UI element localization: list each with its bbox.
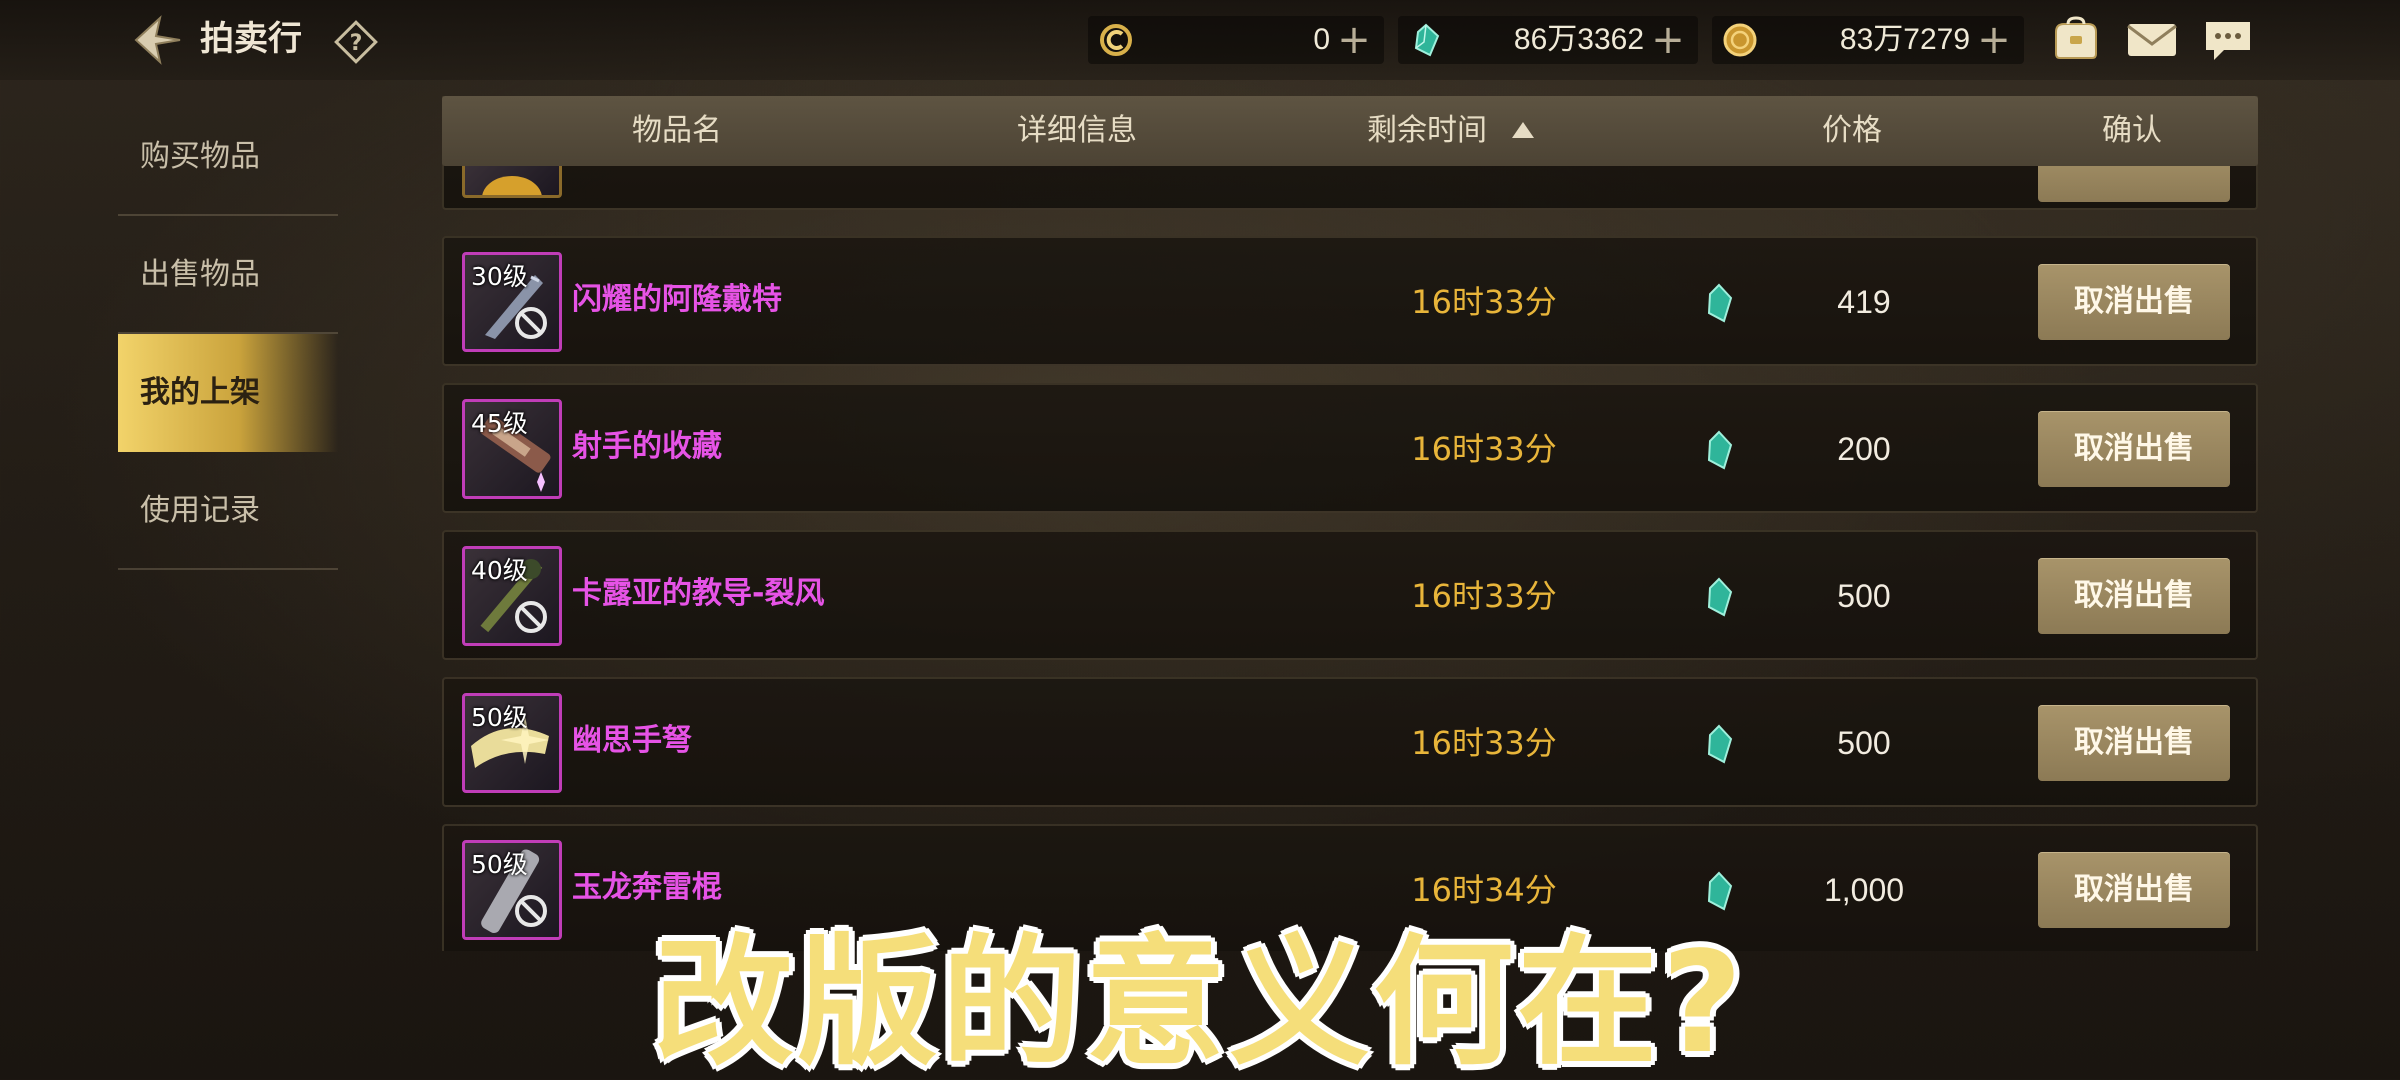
top-bar: 拍卖行 ? 0 + 86万3362 + 83万7279 +	[0, 0, 2400, 80]
table-row: 40级 卡露亚的教导-裂风 16时33分 500 取消出售	[442, 530, 2258, 660]
sidebar-item-my-listings[interactable]: 我的上架	[118, 334, 338, 452]
back-button[interactable]	[130, 14, 184, 66]
item-name: 幽思手弩	[572, 723, 692, 758]
mail-button[interactable]	[2124, 14, 2180, 64]
c-coin-icon	[1100, 24, 1132, 56]
column-header-details: 详细信息	[1017, 113, 1137, 148]
sidebar-item-buy[interactable]: 购买物品	[118, 98, 338, 216]
cancel-sale-button[interactable]: 取消出售	[2038, 705, 2230, 781]
help-button[interactable]: ?	[334, 20, 378, 64]
column-header-price[interactable]: 价格	[1772, 96, 1932, 166]
sidebar: 购买物品 出售物品 我的上架 使用记录	[118, 98, 338, 570]
item-name: 卡露亚的教导-裂风	[572, 576, 825, 611]
table-row: 45级 射手的收藏 16时33分 200 取消出售	[442, 383, 2258, 513]
svg-text:?: ?	[350, 31, 363, 56]
add-gold-button[interactable]: +	[1976, 20, 2012, 60]
chat-button[interactable]	[2200, 14, 2256, 64]
sidebar-item-history[interactable]: 使用记录	[118, 452, 338, 570]
item-icon[interactable]: 50级	[462, 693, 562, 793]
mail-icon	[2127, 24, 2177, 56]
item-art-icon	[482, 176, 542, 195]
item-level: 50级	[471, 703, 528, 732]
green-gem-icon	[1707, 724, 1733, 764]
currency-gold-value: 83万7279	[1839, 23, 1970, 56]
item-icon[interactable]: 40级	[462, 546, 562, 646]
green-gem-icon	[1707, 283, 1733, 323]
item-price: 500	[1837, 578, 1891, 614]
sidebar-item-label: 我的上架	[140, 375, 260, 410]
remaining-time: 16时33分	[1411, 724, 1557, 762]
column-header-confirm: 确认	[2102, 113, 2162, 148]
gold-coin-icon	[1723, 23, 1757, 57]
item-level: 30级	[471, 262, 528, 291]
table-row: 30级 闪耀的阿隆戴特 16时33分 419 取消出售	[442, 236, 2258, 366]
item-price: 419	[1837, 284, 1891, 320]
table-header: 物品名 详细信息 剩余时间 价格 确认	[442, 96, 2258, 166]
add-c-coin-button[interactable]: +	[1336, 20, 1372, 60]
green-gem-icon	[1707, 430, 1733, 470]
green-gem-icon	[1414, 23, 1440, 57]
currency-c-coin: 0 +	[1088, 16, 1384, 64]
help-question-icon: ?	[334, 20, 378, 64]
item-icon[interactable]: 45级	[462, 399, 562, 499]
cancel-sale-button[interactable]: 取消出售	[2038, 558, 2230, 634]
currency-c-value: 0	[1313, 23, 1330, 56]
remaining-time: 16时33分	[1411, 283, 1557, 321]
item-price: 500	[1837, 725, 1891, 761]
sidebar-item-label: 购买物品	[140, 139, 260, 174]
green-gem-icon	[1707, 577, 1733, 617]
item-price: 200	[1837, 431, 1891, 467]
item-name: 闪耀的阿隆戴特	[572, 282, 782, 317]
back-arrow-icon	[134, 15, 181, 65]
currency-gold: 83万7279 +	[1712, 16, 2024, 64]
chat-icon	[2206, 22, 2250, 60]
item-icon[interactable]: 30级	[462, 252, 562, 352]
item-level: 45级	[471, 409, 528, 438]
bag-icon	[2055, 16, 2097, 59]
sidebar-item-sell[interactable]: 出售物品	[118, 216, 338, 334]
column-header-remaining-time[interactable]: 剩余时间	[1342, 96, 1512, 166]
sidebar-item-label: 使用记录	[140, 493, 260, 528]
item-name: 射手的收藏	[572, 429, 722, 464]
currency-gem-value: 86万3362	[1513, 23, 1644, 56]
remaining-time: 16时33分	[1411, 577, 1557, 615]
bag-button[interactable]	[2048, 14, 2104, 64]
cancel-sale-button[interactable]: 取消出售	[2038, 264, 2230, 340]
listings-table: 30级 闪耀的阿隆戴特 16时33分 419 取消出售 45级 射手的收藏 16…	[442, 96, 2258, 951]
add-gem-button[interactable]: +	[1650, 20, 1686, 60]
column-header-item-name: 物品名	[632, 113, 722, 148]
currency-gem: 86万3362 +	[1398, 16, 1698, 64]
cancel-sale-button[interactable]: 取消出售	[2038, 411, 2230, 487]
item-level: 50级	[471, 850, 528, 879]
overlay-caption: 改版的意义何在?	[653, 922, 1747, 1080]
remaining-time: 16时33分	[1411, 430, 1557, 468]
sidebar-item-label: 出售物品	[140, 257, 260, 292]
table-row: 50级 幽思手弩 16时33分 500 取消出售	[442, 677, 2258, 807]
page-title: 拍卖行	[200, 19, 302, 59]
sort-ascending-icon[interactable]	[1512, 122, 1534, 138]
item-level: 40级	[471, 556, 528, 585]
